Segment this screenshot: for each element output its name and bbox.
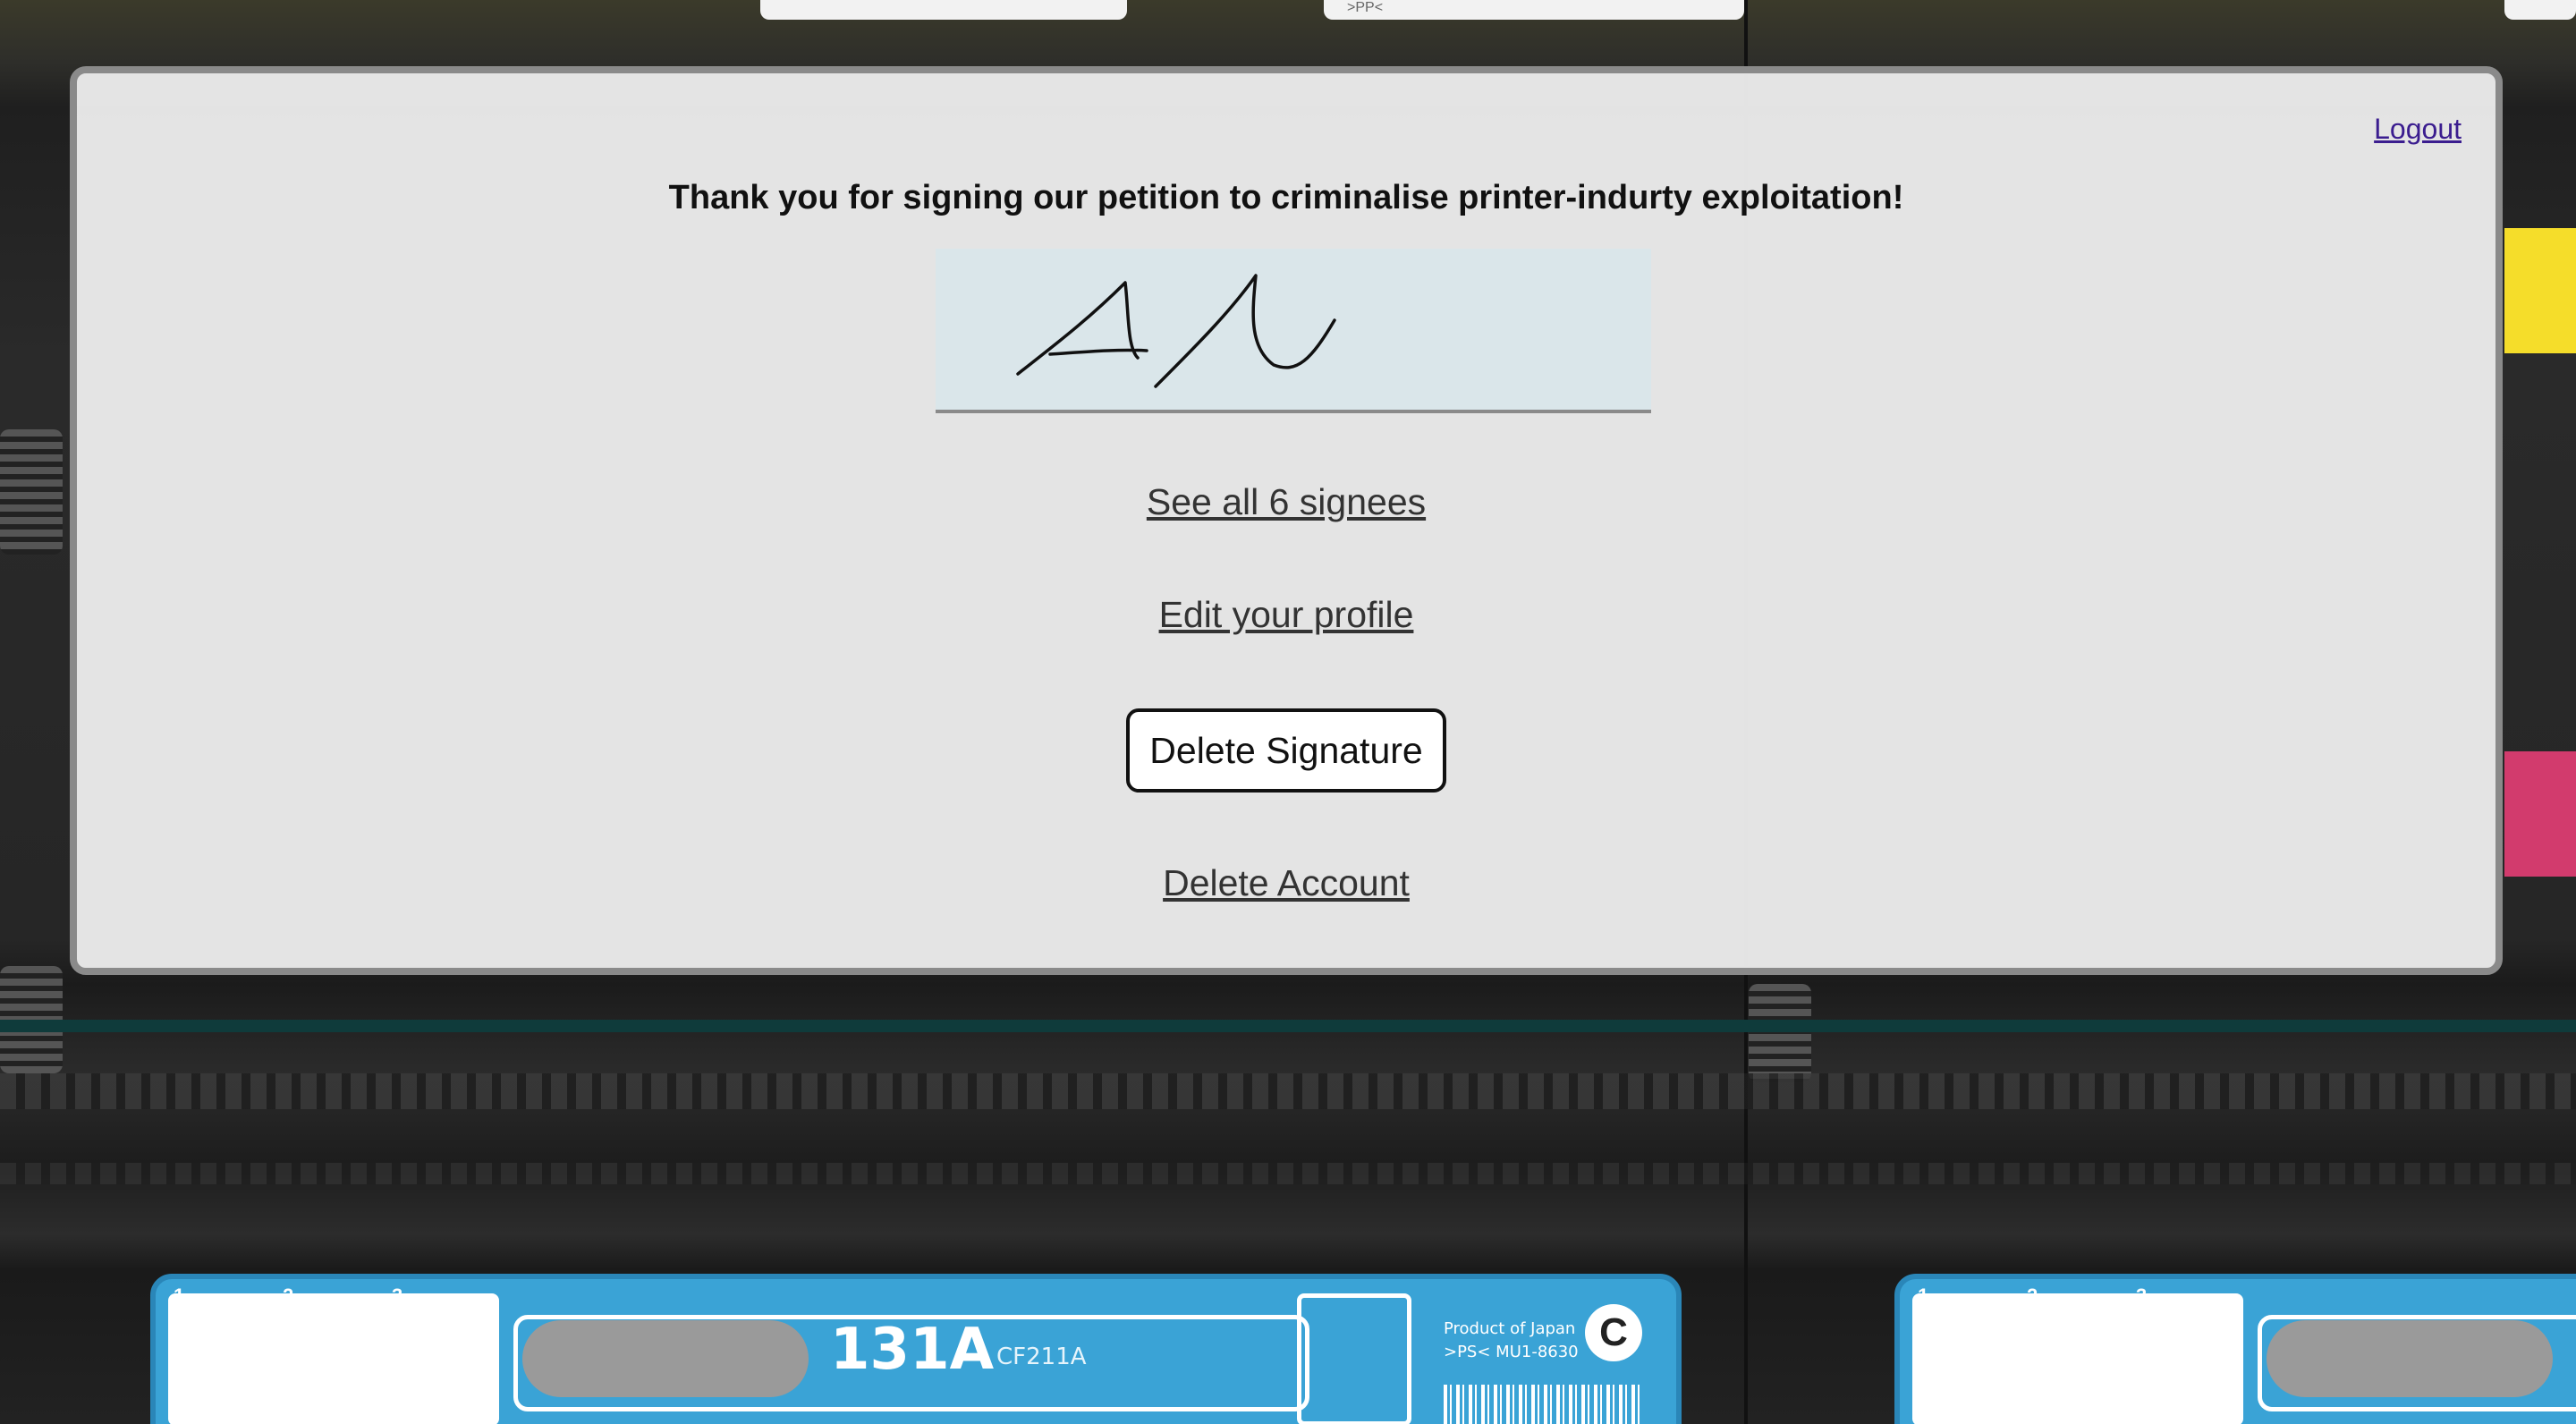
background-yellow-cartridge xyxy=(2504,228,2576,353)
background-redacted-oval xyxy=(522,1320,809,1397)
background-recycle-icon xyxy=(1297,1293,1411,1424)
background-instruction-panel xyxy=(1912,1293,2243,1424)
background-top-label-right xyxy=(2504,0,2576,20)
logout-link[interactable]: Logout xyxy=(2374,113,2462,146)
delete-signature-button[interactable]: Delete Signature xyxy=(1126,708,1446,793)
delete-account-link[interactable]: Delete Account xyxy=(1163,862,1410,903)
background-grille xyxy=(0,1163,2576,1184)
background-part-text: CF211A xyxy=(996,1343,1087,1370)
signature-drawing xyxy=(1016,274,1336,388)
background-instruction-panel xyxy=(168,1293,499,1424)
background-spring xyxy=(0,429,63,555)
edit-profile-row: Edit your profile xyxy=(77,594,2496,636)
background-info-line-2: >PS< MU1-8630 xyxy=(1444,1343,1579,1361)
background-top-label xyxy=(760,0,1127,20)
background-top-label-text: >PP< xyxy=(1324,0,1744,20)
background-barcode xyxy=(1444,1385,1642,1424)
thank-you-heading: Thank you for signing our petition to cr… xyxy=(668,179,1904,216)
delete-signature-row: Delete Signature xyxy=(77,708,2496,793)
background-cartridge-label-right: 1 2 3 xyxy=(1894,1274,2576,1424)
see-signees-row: See all 6 signees xyxy=(77,481,2496,523)
background-spring xyxy=(1749,984,1811,1082)
see-all-signees-link[interactable]: See all 6 signees xyxy=(1147,481,1426,522)
background-rail xyxy=(0,1020,2576,1032)
signature-canvas xyxy=(936,249,1651,413)
background-redacted-oval xyxy=(2267,1320,2553,1397)
delete-account-row: Delete Account xyxy=(77,862,2496,904)
background-cyan-logo: C xyxy=(1585,1304,1642,1361)
background-magenta-cartridge xyxy=(2504,751,2576,877)
signed-petition-modal: Logout Thank you for signing our petitio… xyxy=(70,66,2503,975)
background-info-line-1: Product of Japan xyxy=(1444,1319,1576,1338)
background-cartridge-label-left: 1 2 3 131A CF211A Product of Japan >PS< … xyxy=(150,1274,1682,1424)
edit-profile-link[interactable]: Edit your profile xyxy=(1159,594,1414,635)
background-model-text: 131A xyxy=(830,1317,995,1383)
background-grille xyxy=(0,1073,2576,1109)
